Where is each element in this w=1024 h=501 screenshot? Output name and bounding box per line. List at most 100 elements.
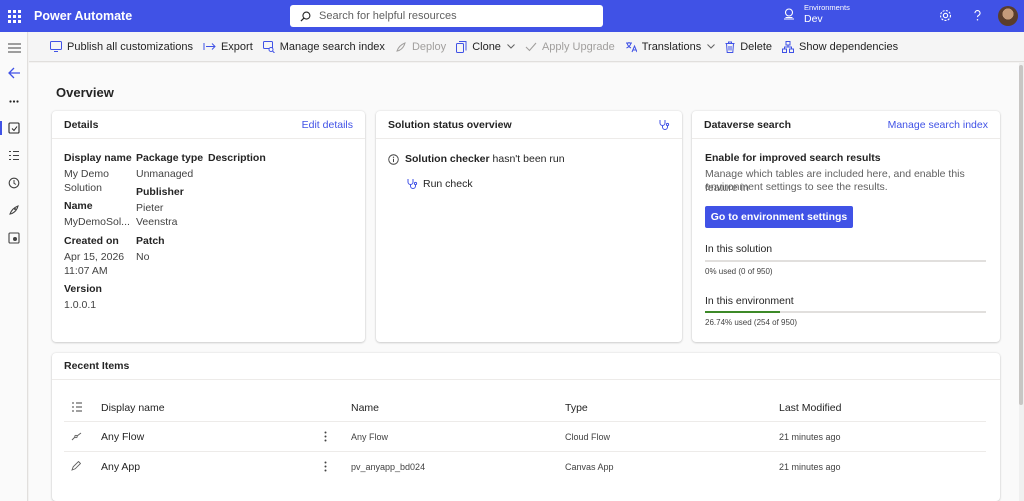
export-button[interactable]: Export [203, 41, 253, 53]
in-environment-progress-fill [705, 311, 781, 313]
delete-label: Delete [740, 40, 773, 53]
solution-status-card: Solution status overview Solution checke… [376, 111, 682, 342]
created-on-date: Apr 15, 2026 [64, 251, 125, 263]
row-2-last-modified: 21 minutes ago [779, 462, 841, 472]
header-divider [64, 421, 986, 422]
name-label: Name [64, 200, 93, 212]
more-options-icon[interactable] [324, 431, 327, 442]
created-on-label: Created on [64, 235, 119, 247]
recent-items-card: Recent Items [52, 353, 1000, 501]
manage-search-index-link[interactable]: Manage search index [888, 119, 988, 131]
row-1-last-modified: 21 minutes ago [779, 432, 841, 442]
in-environment-label: In this environment [705, 295, 794, 307]
dataverse-search-card: Dataverse search Manage search index Ena… [692, 111, 1000, 342]
enable-search-description-line2: environment settings to see the results. [705, 181, 888, 193]
manage-search-index-button[interactable]: Manage search index [262, 40, 385, 53]
display-name-label: Display name [64, 152, 132, 164]
column-header-name[interactable]: Name [351, 402, 379, 414]
search-index-icon [262, 40, 275, 53]
row-divider [64, 451, 986, 452]
environment-name: Dev [804, 12, 823, 25]
go-to-environment-settings-button[interactable]: Go to environment settings [705, 206, 853, 228]
publisher-value: Pieter [136, 202, 164, 214]
environment-icon [784, 8, 794, 20]
row-2-type: Canvas App [565, 462, 614, 472]
vertical-scrollbar[interactable] [1019, 63, 1024, 501]
scrollbar-thumb[interactable] [1019, 65, 1023, 405]
delete-button[interactable]: Delete [725, 41, 772, 53]
show-dependencies-label: Show dependencies [799, 40, 899, 53]
created-on-time: 11:07 AM [64, 265, 108, 277]
display-name-value-line2: Solution [64, 182, 102, 194]
clone-button[interactable]: Clone [456, 40, 515, 53]
recent-items-header: Recent Items [52, 353, 1000, 380]
hamburger-menu-icon[interactable] [0, 37, 28, 59]
dataverse-search-header: Dataverse search Manage search index [692, 111, 1000, 139]
help-icon[interactable] [970, 8, 985, 23]
stethoscope-icon[interactable] [658, 119, 670, 131]
row-1-display-name[interactable]: Any Flow [101, 431, 144, 443]
name-value: MyDemoSol... [64, 216, 130, 228]
history-nav-icon[interactable] [0, 172, 28, 194]
solution-checker-rest: hasn't been run [492, 153, 565, 165]
publisher-label: Publisher [136, 186, 184, 198]
column-header-type[interactable]: Type [565, 402, 588, 414]
row-2-name: pv_anyapp_bd024 [351, 462, 426, 472]
apply-upgrade-button[interactable]: Apply Upgrade [525, 41, 615, 53]
checkmark-icon [525, 42, 537, 51]
solution-checker-bold: Solution checker [405, 153, 490, 165]
details-card: Details Edit details Display name My Dem… [52, 111, 365, 342]
translate-icon [625, 41, 637, 52]
avatar[interactable] [998, 6, 1018, 26]
search-placeholder: Search for helpful resources [319, 10, 457, 22]
in-environment-progress [705, 311, 986, 313]
in-solution-usage: 0% used (0 of 950) [705, 267, 773, 276]
publish-all-button[interactable]: Publish all customizations [50, 41, 193, 53]
trash-icon [725, 41, 735, 53]
publish-all-label: Publish all customizations [67, 40, 193, 53]
chevron-down-icon [707, 44, 716, 49]
translations-label: Translations [641, 40, 702, 53]
package-type-value: Unmanaged [136, 168, 194, 180]
edit-details-link[interactable]: Edit details [302, 119, 353, 131]
translations-button[interactable]: Translations [625, 41, 716, 53]
stethoscope-icon [407, 179, 418, 189]
export-label: Export [220, 40, 253, 53]
overview-nav-icon[interactable] [0, 117, 28, 139]
gear-icon[interactable] [938, 8, 953, 23]
search-icon [300, 11, 311, 22]
solution-checker-status: Solution checker hasn't been run [405, 153, 565, 165]
details-card-header: Details Edit details [52, 111, 365, 139]
publish-icon [50, 41, 62, 52]
solution-checker-nav-icon[interactable] [0, 227, 28, 249]
publisher-value-line2: Veenstra [136, 216, 178, 228]
app-title[interactable]: Power Automate [34, 9, 132, 23]
more-icon[interactable] [0, 90, 28, 112]
objects-nav-icon[interactable] [0, 144, 28, 166]
back-arrow-icon[interactable] [0, 62, 28, 84]
more-options-icon[interactable] [324, 461, 327, 472]
run-check-button[interactable]: Run check [406, 178, 473, 190]
recent-items-title: Recent Items [64, 360, 130, 372]
info-icon [388, 154, 399, 165]
deploy-button[interactable]: Deploy [395, 41, 446, 53]
show-dependencies-button[interactable]: Show dependencies [782, 40, 899, 53]
column-options-icon[interactable] [71, 402, 83, 412]
run-check-label: Run check [423, 178, 473, 190]
search-input[interactable]: Search for helpful resources [290, 5, 603, 27]
row-1-type: Cloud Flow [565, 432, 611, 442]
rocket-icon [396, 41, 406, 52]
top-bar: Power Automate Search for helpful resour… [0, 0, 1024, 32]
package-type-label: Package type [136, 152, 204, 164]
column-header-last-modified[interactable]: Last Modified [779, 402, 841, 414]
row-2-display-name[interactable]: Any App [101, 461, 140, 473]
enable-search-title: Enable for improved search results [705, 152, 881, 164]
manage-search-index-label: Manage search index [279, 40, 385, 53]
environment-picker[interactable]: Environments Dev [782, 4, 850, 24]
export-icon [203, 43, 216, 50]
column-header-display-name[interactable]: Display name [101, 402, 165, 414]
left-rail [0, 32, 28, 501]
pipelines-nav-icon[interactable] [0, 199, 28, 221]
app-launcher-icon[interactable] [0, 0, 28, 32]
version-label: Version [64, 283, 102, 295]
